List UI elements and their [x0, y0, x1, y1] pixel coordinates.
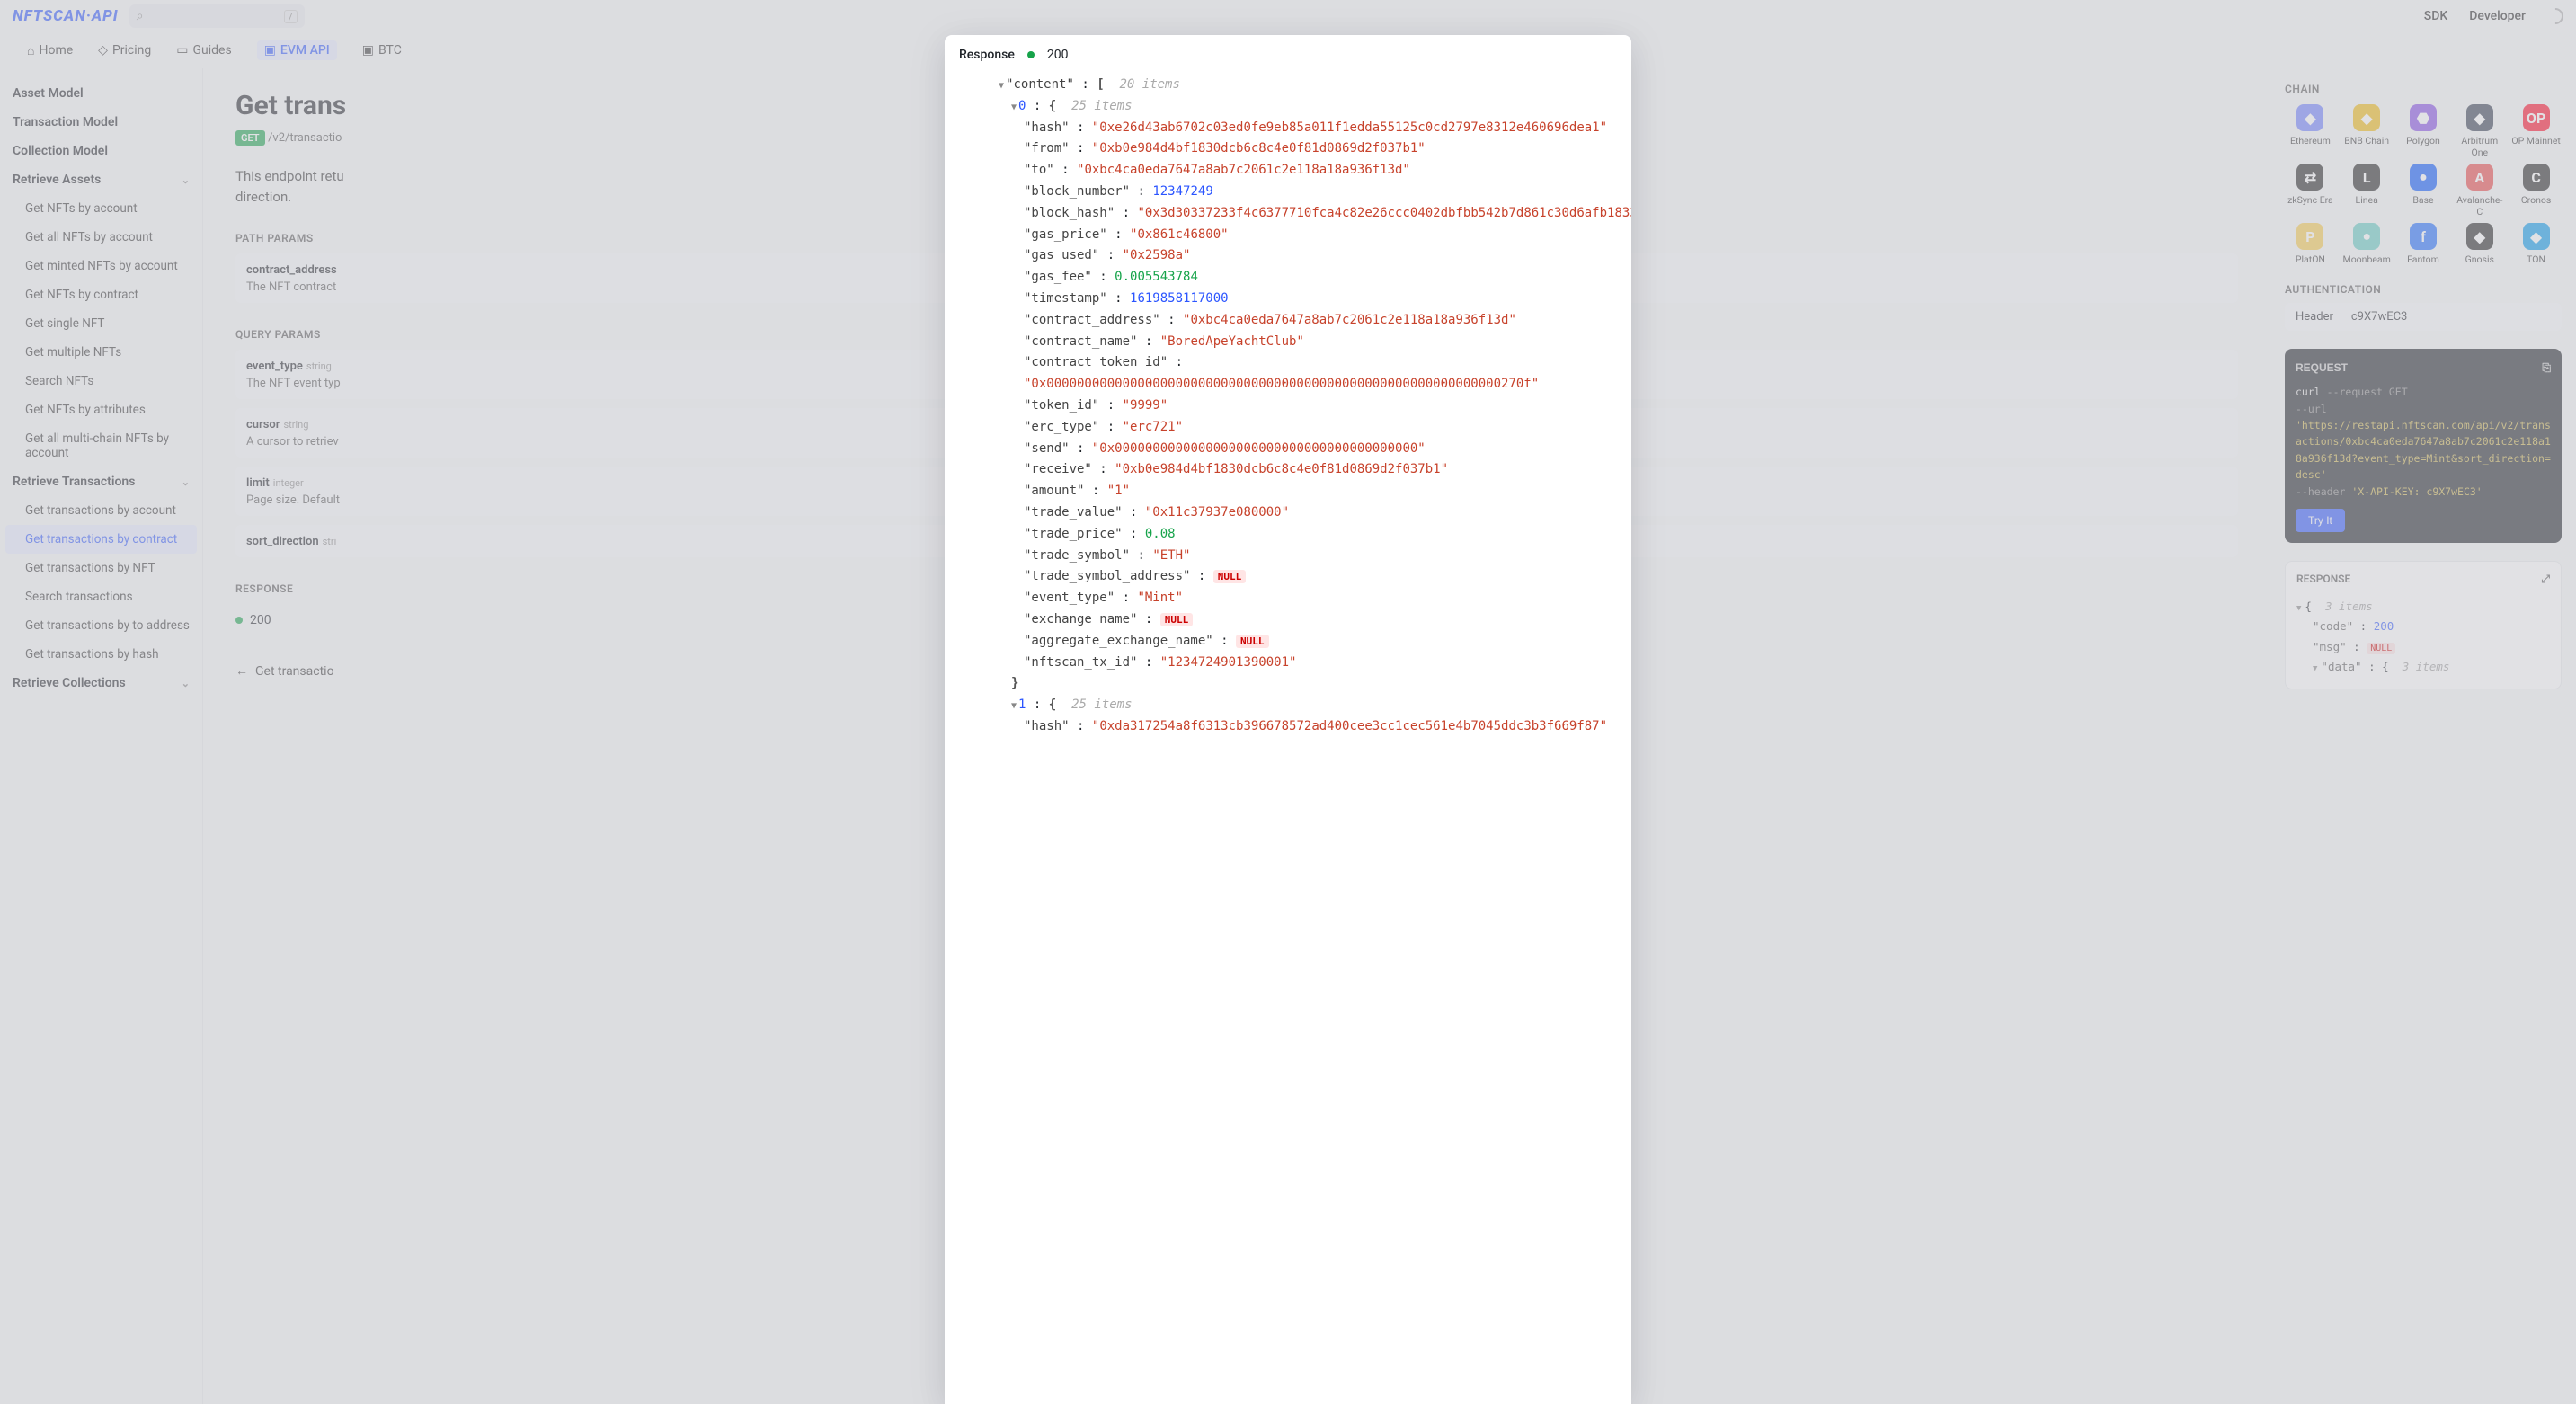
json-field: "contract_token_id" : [999, 352, 1617, 374]
response-modal: Response 200 ▼"content" : [ 20 items ▼0 … [945, 35, 1631, 1404]
json-field: "contract_name" : "BoredApeYachtClub" [999, 332, 1617, 353]
json-field: "timestamp" : 1619858117000 [999, 289, 1617, 310]
json-field: "to" : "0xbc4ca0eda7647a8ab7c2061c2e118a… [999, 160, 1617, 182]
json-field: "block_hash" : "0x3d30337233f4c6377710fc… [999, 203, 1617, 225]
json-field: "gas_price" : "0x861c46800" [999, 225, 1617, 246]
json-field: "gas_fee" : 0.005543784 [999, 267, 1617, 289]
json-field: "from" : "0xb0e984d4bf1830dcb6c8c4e0f81d… [999, 138, 1617, 160]
json-field: "nftscan_tx_id" : "1234724901390001" [999, 653, 1617, 674]
modal-body[interactable]: ▼"content" : [ 20 items ▼0 : { 25 items … [945, 75, 1631, 1404]
json-field: "amount" : "1" [999, 481, 1617, 502]
json-field: "trade_symbol" : "ETH" [999, 546, 1617, 567]
json-field: "event_type" : "Mint" [999, 588, 1617, 609]
json-field: "trade_symbol_address" : NULL [999, 566, 1617, 588]
json-field: "token_id" : "9999" [999, 395, 1617, 417]
json-field: "send" : "0x0000000000000000000000000000… [999, 439, 1617, 460]
json-field: "trade_price" : 0.08 [999, 524, 1617, 546]
json-field: "gas_used" : "0x2598a" [999, 245, 1617, 267]
status-dot-icon [1027, 51, 1035, 58]
json-field: "trade_value" : "0x11c37937e080000" [999, 502, 1617, 524]
modal-status-code: 200 [1047, 48, 1069, 62]
json-field: "erc_type" : "erc721" [999, 417, 1617, 439]
modal-title: Response [959, 48, 1015, 62]
json-field: "receive" : "0xb0e984d4bf1830dcb6c8c4e0f… [999, 459, 1617, 481]
json-field: "hash" : "0xe26d43ab6702c03ed0fe9eb85a01… [999, 118, 1617, 139]
json-field: "exchange_name" : NULL [999, 609, 1617, 631]
json-field: "aggregate_exchange_name" : NULL [999, 631, 1617, 653]
json-field: "block_number" : 12347249 [999, 182, 1617, 203]
json-field: "contract_address" : "0xbc4ca0eda7647a8a… [999, 310, 1617, 332]
